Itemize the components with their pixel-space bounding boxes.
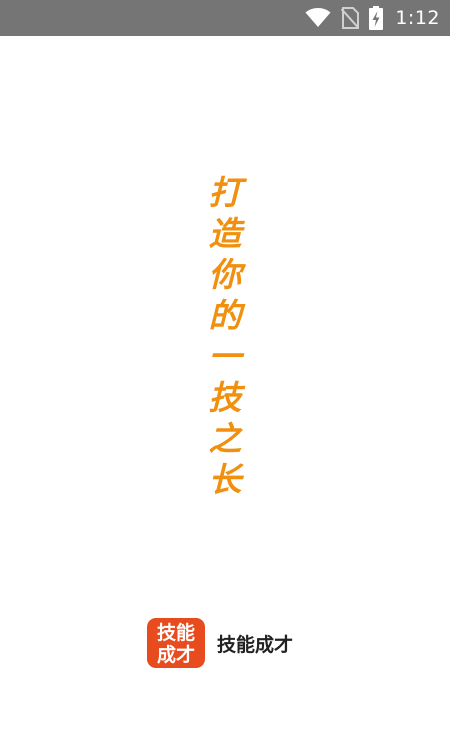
status-icons: 1:12 [305,0,440,36]
logo-text-line2: 成才 [156,643,195,666]
splash-screen: 1:12 打 造 你 的 一 技 之 长 技能 成才 技能成才 [0,0,450,749]
status-bar: 1:12 [0,0,450,36]
brand: 技能 成才 技能成才 [147,618,293,668]
slogan-char: 技 [208,378,242,417]
slogan-char: 长 [208,460,242,499]
app-name: 技能成才 [217,633,294,656]
battery-charging-icon [369,6,384,30]
slogan-char: 一 [208,337,242,376]
slogan-char: 你 [208,255,242,294]
slogan: 打 造 你 的 一 技 之 长 [200,172,250,500]
app-logo: 技能 成才 [147,618,205,668]
logo-text-line1: 技能 [156,621,195,644]
slogan-char: 造 [208,214,242,253]
slogan-char: 之 [208,419,242,458]
slogan-char: 打 [208,173,242,212]
slogan-char: 的 [208,296,242,335]
no-sim-icon [341,7,360,29]
status-time: 1:12 [395,7,440,29]
wifi-icon [305,8,331,28]
